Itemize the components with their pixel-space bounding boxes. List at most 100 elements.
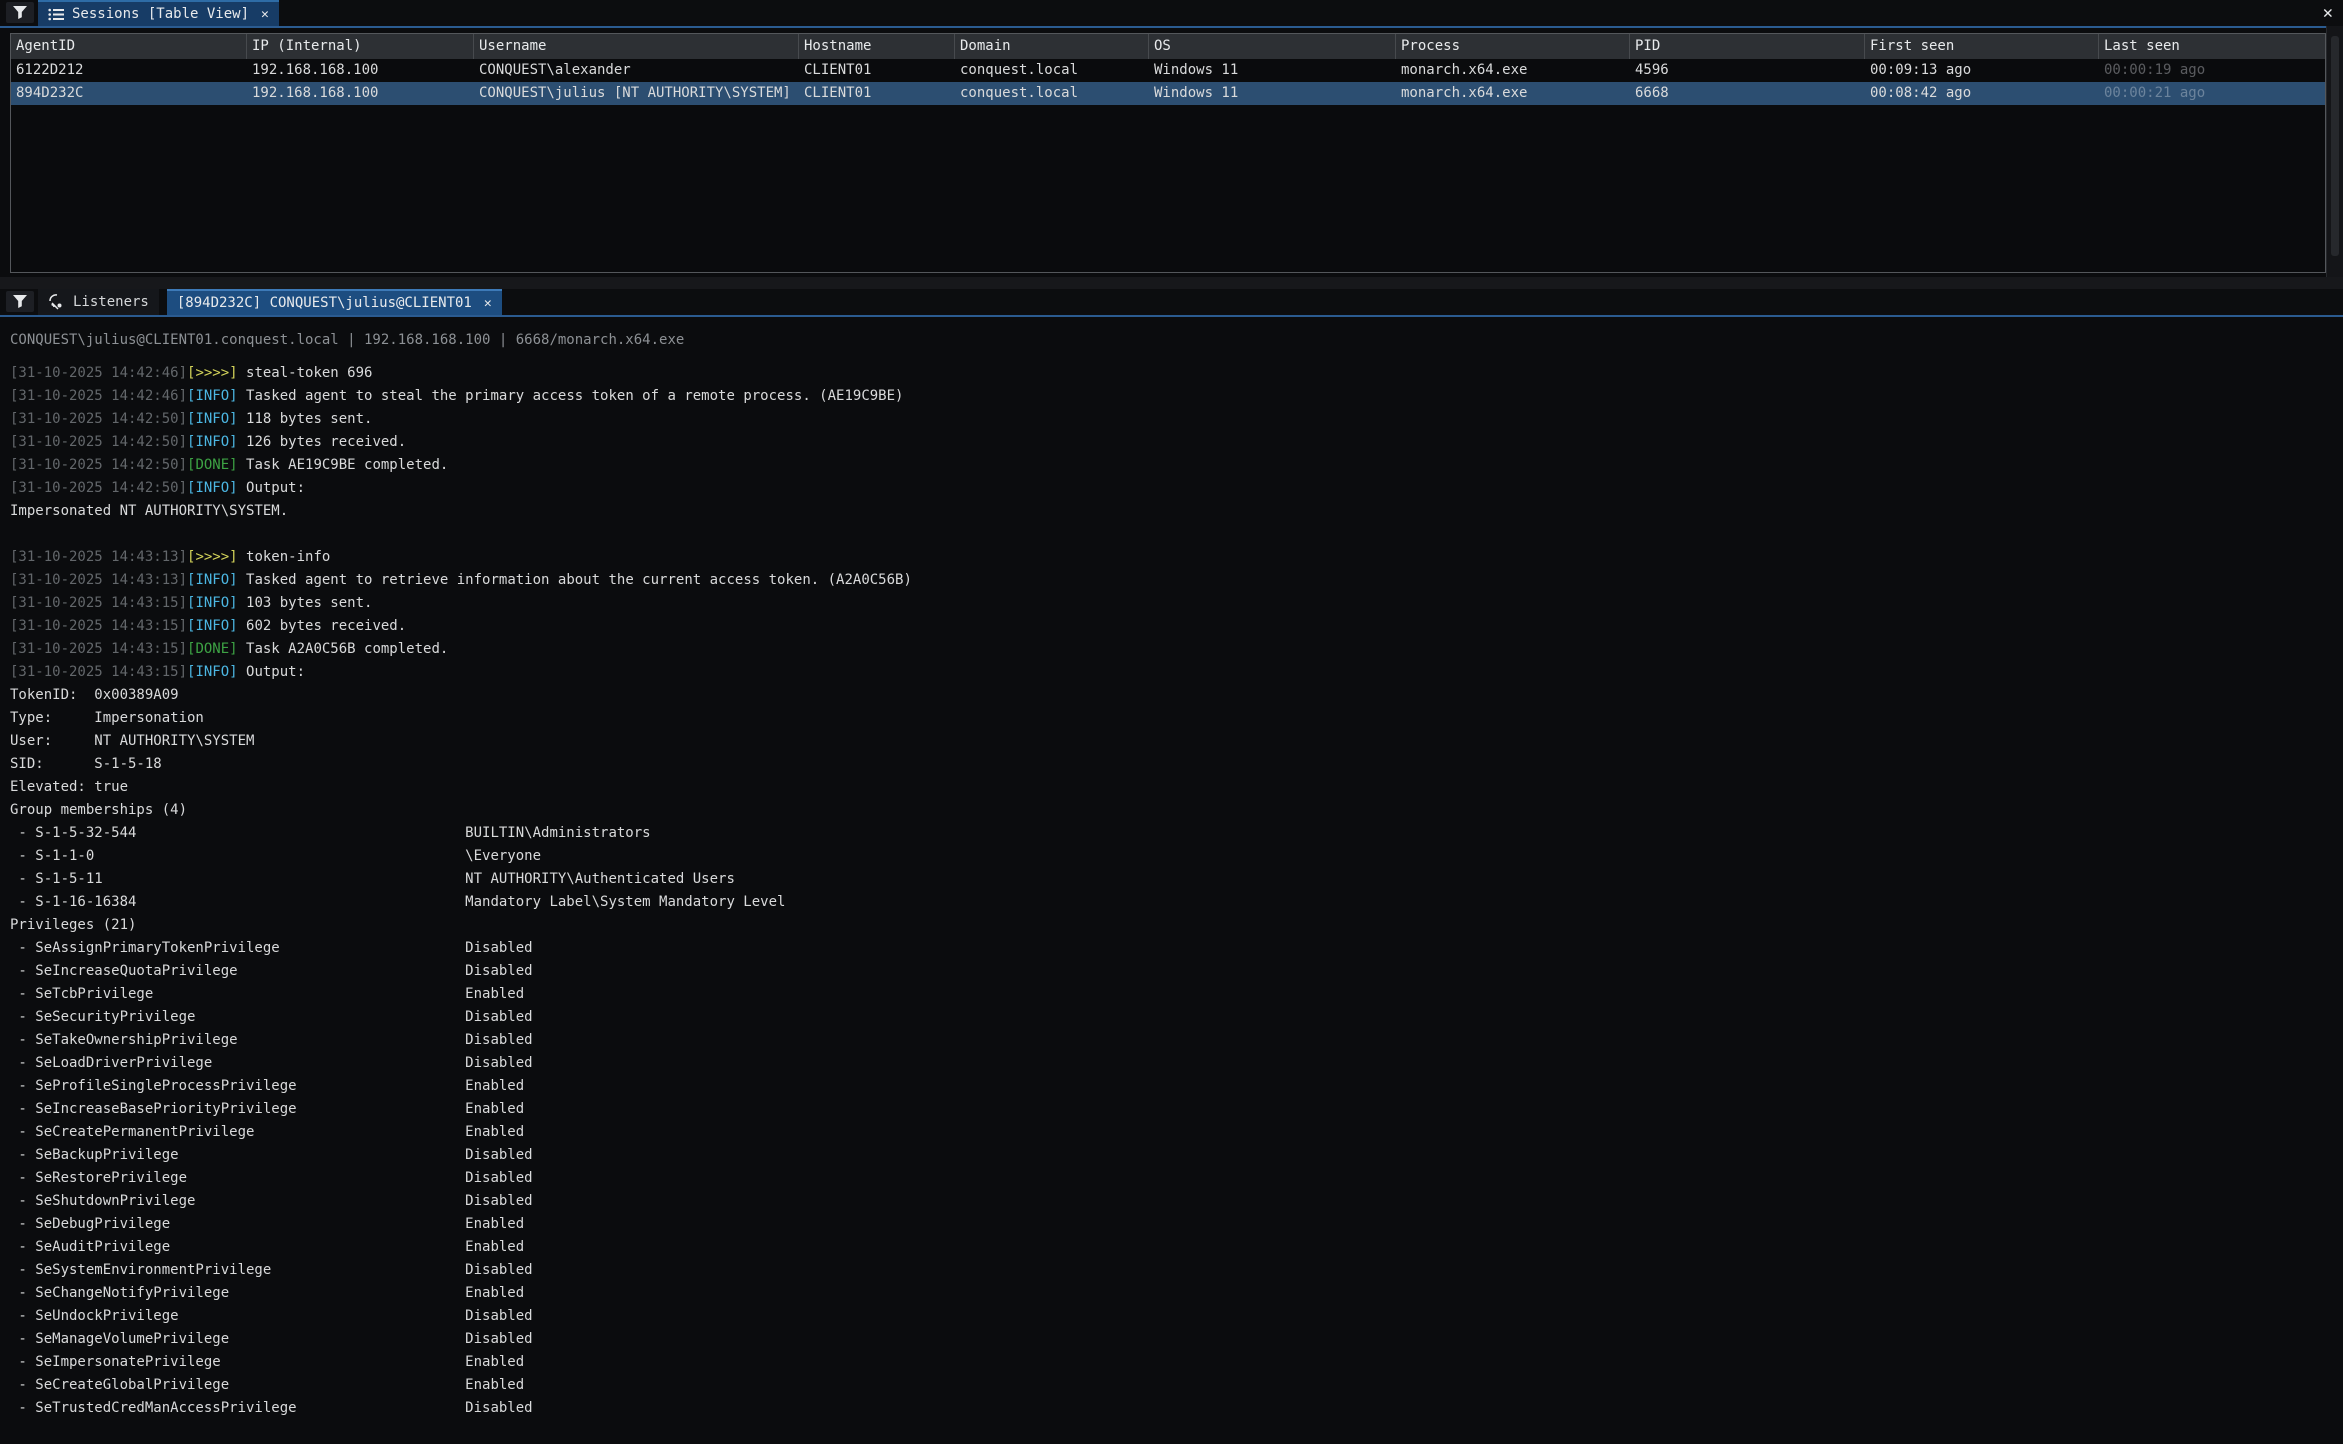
console-seg-body: Group memberships (4): [10, 802, 187, 818]
cell-process: monarch.x64.exe: [1396, 82, 1630, 105]
column-header-process[interactable]: Process: [1396, 34, 1630, 59]
console-line: - SeUndockPrivilege Disabled: [10, 1305, 2343, 1328]
console-seg-body: User: NT AUTHORITY\SYSTEM: [10, 733, 254, 749]
console-line: - S-1-16-16384 Mandatory Label\System Ma…: [10, 891, 2343, 914]
console-seg-body: Enabled: [465, 1377, 524, 1393]
column-header-hostname[interactable]: Hostname: [799, 34, 955, 59]
tab-label: Listeners: [73, 294, 149, 310]
console-seg-ts: [31-10-2025 14:43:15]: [10, 664, 187, 680]
tab-close-icon[interactable]: ✕: [484, 296, 492, 311]
console-seg-body: Impersonated NT AUTHORITY\SYSTEM.: [10, 503, 288, 519]
sessions-tabbar: Sessions [Table View] ✕ ✕: [0, 0, 2343, 28]
console-line: User: NT AUTHORITY\SYSTEM: [10, 730, 2343, 753]
cell-os: Windows 11: [1149, 59, 1396, 82]
console-seg-body: - SeTcbPrivilege: [10, 986, 465, 1002]
column-header-username[interactable]: Username: [474, 34, 799, 59]
console-line: [31-10-2025 14:42:46][>>>>] steal-token …: [10, 362, 2343, 385]
console-seg-ts: [31-10-2025 14:43:13]: [10, 572, 187, 588]
console-seg-ts: [31-10-2025 14:43:13]: [10, 549, 187, 565]
app-window: Sessions [Table View] ✕ ✕ AgentIDIP (Int…: [0, 0, 2343, 1444]
cell-agentid: 894D232C: [11, 82, 247, 105]
console-line: Type: Impersonation: [10, 707, 2343, 730]
cell-hostname: CLIENT01: [799, 82, 955, 105]
console-line: [31-10-2025 14:42:50][DONE] Task AE19C9B…: [10, 454, 2343, 477]
console-line: - SeSecurityPrivilege Disabled: [10, 1006, 2343, 1029]
console-line: [31-10-2025 14:42:50][INFO] Output:: [10, 477, 2343, 500]
console-seg-ts: [31-10-2025 14:42:46]: [10, 388, 187, 404]
sessions-table-panel: AgentIDIP (Internal)UsernameHostnameDoma…: [10, 33, 2326, 273]
console-line: [31-10-2025 14:43:13][INFO] Tasked agent…: [10, 569, 2343, 592]
column-header-first-seen[interactable]: First seen: [1865, 34, 2099, 59]
console-seg-body: Disabled: [465, 1032, 532, 1048]
console-line: - SeLoadDriverPrivilege Disabled: [10, 1052, 2343, 1075]
console-line: [31-10-2025 14:43:15][INFO] 103 bytes se…: [10, 592, 2343, 615]
console-seg-body: - SeManageVolumePrivilege: [10, 1331, 465, 1347]
console-line: [31-10-2025 14:43:15][INFO] Output:: [10, 661, 2343, 684]
cell-last-seen: 00:00:19 ago: [2099, 59, 2325, 82]
console-line: - SeRestorePrivilege Disabled: [10, 1167, 2343, 1190]
console-seg-body: Output:: [238, 480, 305, 496]
column-header-agentid[interactable]: AgentID: [11, 34, 247, 59]
console-seg-body: - S-1-1-0: [10, 848, 465, 864]
console-seg-info: [INFO]: [187, 595, 238, 611]
column-header-domain[interactable]: Domain: [955, 34, 1149, 59]
console-seg-body: - SeProfileSingleProcessPrivilege: [10, 1078, 465, 1094]
column-header-last-seen[interactable]: Last seen: [2099, 34, 2325, 59]
console-seg-body: 118 bytes sent.: [238, 411, 373, 427]
console-line: - SeIncreaseQuotaPrivilege Disabled: [10, 960, 2343, 983]
filter-button[interactable]: [6, 2, 34, 23]
session-row-894D232C[interactable]: 894D232C192.168.168.100CONQUEST\julius […: [11, 82, 2325, 105]
console-seg-body: - SeImpersonatePrivilege: [10, 1354, 465, 1370]
console-seg-body: - SeCreateGlobalPrivilege: [10, 1377, 465, 1393]
console-seg-body: \Everyone: [465, 848, 541, 864]
tab-sessions-table-view[interactable]: Sessions [Table View] ✕: [38, 0, 279, 26]
column-header-pid[interactable]: PID: [1630, 34, 1865, 59]
console-seg-body: - SeSystemEnvironmentPrivilege: [10, 1262, 465, 1278]
tab-listeners[interactable]: Listeners: [38, 289, 159, 315]
console-blank-line: [10, 523, 2343, 546]
funnel-icon: [12, 5, 28, 20]
horizontal-scrollbar[interactable]: [0, 277, 2343, 289]
console-seg-ts: [31-10-2025 14:43:15]: [10, 641, 187, 657]
console-seg-info: [INFO]: [187, 480, 238, 496]
console-seg-info: [INFO]: [187, 434, 238, 450]
console-seg-body: - SeLoadDriverPrivilege: [10, 1055, 465, 1071]
console-line: [31-10-2025 14:42:50][INFO] 126 bytes re…: [10, 431, 2343, 454]
filter-button-bottom[interactable]: [6, 291, 34, 312]
vertical-scrollbar[interactable]: [2326, 26, 2343, 278]
console-line: TokenID: 0x00389A09: [10, 684, 2343, 707]
tab-session-894D232C[interactable]: [894D232C] CONQUEST\julius@CLIENT01 ✕: [167, 289, 502, 315]
console-seg-ts: [31-10-2025 14:42:50]: [10, 457, 187, 473]
vertical-scrollbar-thumb[interactable]: [2331, 36, 2339, 256]
console-seg-body: - SeAuditPrivilege: [10, 1239, 465, 1255]
console-seg-body: Enabled: [465, 1216, 524, 1232]
window-close-icon[interactable]: ✕: [2323, 2, 2333, 24]
console-output: [31-10-2025 14:42:46][>>>>] steal-token …: [10, 362, 2343, 1420]
console-host-line: CONQUEST\julius@CLIENT01.conquest.local …: [10, 329, 2343, 352]
console-seg-body: - S-1-5-32-544: [10, 825, 465, 841]
column-header-os[interactable]: OS: [1149, 34, 1396, 59]
console-line: - SeTakeOwnershipPrivilege Disabled: [10, 1029, 2343, 1052]
tab-close-icon[interactable]: ✕: [261, 7, 269, 22]
console-seg-body: Enabled: [465, 986, 524, 1002]
funnel-icon: [12, 294, 28, 309]
console-seg-body: Disabled: [465, 1170, 532, 1186]
console-seg-body: Elevated: true: [10, 779, 128, 795]
console-seg-body: - SeRestorePrivilege: [10, 1170, 465, 1186]
console-seg-body: Enabled: [465, 1101, 524, 1117]
session-row-6122D212[interactable]: 6122D212192.168.168.100CONQUEST\alexande…: [11, 59, 2325, 82]
console-seg-body: - SeAssignPrimaryTokenPrivilege: [10, 940, 465, 956]
console-line: [31-10-2025 14:43:15][INFO] 602 bytes re…: [10, 615, 2343, 638]
console-seg-body: Disabled: [465, 1193, 532, 1209]
console-seg-body: BUILTIN\Administrators: [465, 825, 650, 841]
console-seg-info: [INFO]: [187, 664, 238, 680]
column-header-ip-internal-[interactable]: IP (Internal): [247, 34, 474, 59]
console-seg-body: - SeShutdownPrivilege: [10, 1193, 465, 1209]
cell-os: Windows 11: [1149, 82, 1396, 105]
console-seg-info: [INFO]: [187, 388, 238, 404]
console-line: - SeManageVolumePrivilege Disabled: [10, 1328, 2343, 1351]
console-line: - SeIncreaseBasePriorityPrivilege Enable…: [10, 1098, 2343, 1121]
console-line: Impersonated NT AUTHORITY\SYSTEM.: [10, 500, 2343, 523]
console-seg-body: Disabled: [465, 940, 532, 956]
console-seg-info: [INFO]: [187, 618, 238, 634]
